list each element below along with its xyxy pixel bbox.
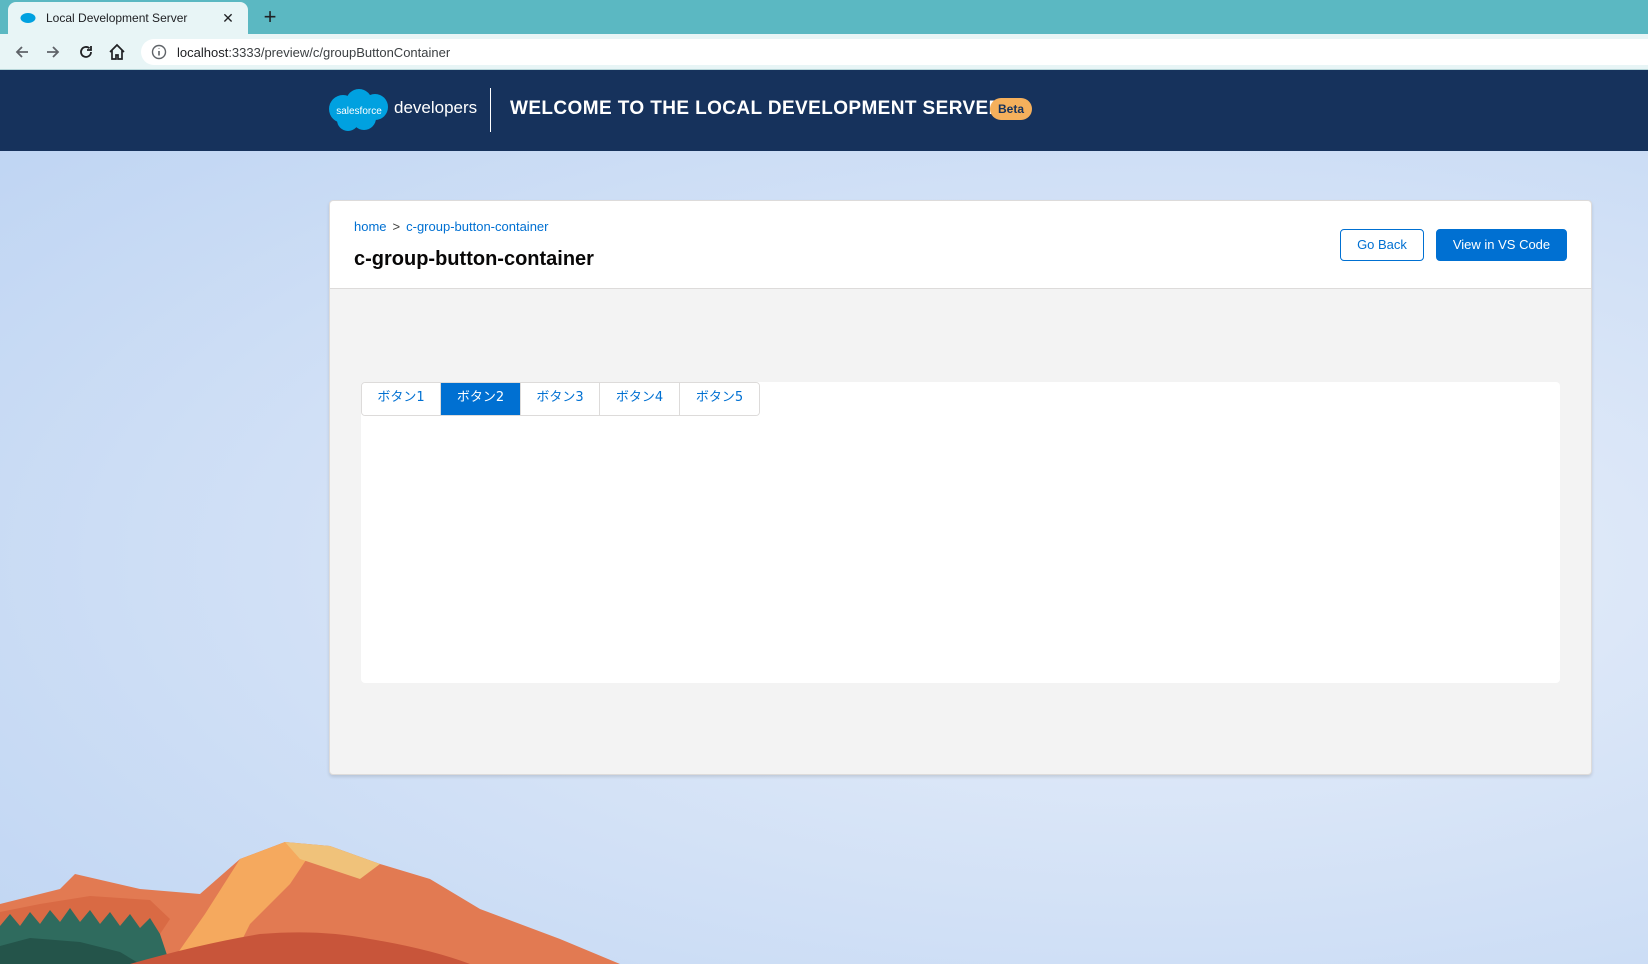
salesforce-favicon-icon bbox=[20, 13, 36, 23]
logo-text: salesforce bbox=[336, 106, 382, 117]
group-button-2[interactable]: ボタン2 bbox=[441, 383, 521, 415]
home-button[interactable] bbox=[105, 40, 129, 64]
app-header: salesforce developers Welcome to the Loc… bbox=[0, 70, 1648, 151]
breadcrumb: home > c-group-button-container bbox=[354, 219, 548, 234]
breadcrumb-current-link[interactable]: c-group-button-container bbox=[406, 219, 548, 234]
go-back-button[interactable]: Go Back bbox=[1340, 229, 1424, 261]
salesforce-cloud-logo-icon: salesforce bbox=[329, 89, 388, 131]
breadcrumb-separator: > bbox=[392, 219, 401, 234]
group-button-3[interactable]: ボタン3 bbox=[521, 383, 600, 415]
page-heading: Welcome to the Local Development Server bbox=[510, 98, 1003, 119]
developers-label: developers bbox=[394, 98, 478, 117]
browser-toolbar: localhost:3333/preview/c/groupButtonCont… bbox=[0, 34, 1648, 70]
view-in-vscode-button[interactable]: View in VS Code bbox=[1436, 229, 1567, 261]
component-preview-panel: ボタン1 ボタン2 ボタン3 ボタン4 ボタン5 bbox=[361, 382, 1560, 683]
browser-tab-bar: Local Development Server ✕ + bbox=[0, 0, 1648, 34]
preview-card: home > c-group-button-container c-group-bu… bbox=[329, 200, 1592, 775]
tab-close-icon[interactable]: ✕ bbox=[220, 10, 236, 27]
group-button-5[interactable]: ボタン5 bbox=[680, 383, 759, 415]
group-button-4[interactable]: ボタン4 bbox=[600, 383, 680, 415]
reload-button[interactable] bbox=[74, 40, 98, 64]
forward-button[interactable] bbox=[41, 40, 65, 64]
arrow-left-icon bbox=[15, 46, 28, 58]
info-icon bbox=[151, 44, 167, 60]
arrow-right-icon bbox=[47, 46, 60, 58]
tab-title: Local Development Server bbox=[46, 11, 188, 25]
browser-tab[interactable]: Local Development Server ✕ bbox=[8, 2, 248, 34]
address-bar[interactable]: localhost:3333/preview/c/groupButtonCont… bbox=[141, 39, 1648, 65]
card-header: home > c-group-button-container c-group-bu… bbox=[330, 201, 1591, 289]
mountain-illustration bbox=[0, 842, 620, 964]
reload-icon bbox=[80, 46, 92, 58]
component-title: c-group-button-container bbox=[354, 248, 594, 270]
beta-badge: Beta bbox=[990, 98, 1032, 120]
breadcrumb-home-link[interactable]: home bbox=[354, 219, 387, 234]
button-group: ボタン1 ボタン2 ボタン3 ボタン4 ボタン5 bbox=[361, 382, 760, 416]
new-tab-button[interactable]: + bbox=[258, 4, 282, 30]
url-text: localhost:3333/preview/c/groupButtonCont… bbox=[177, 44, 451, 60]
home-icon bbox=[109, 43, 125, 60]
back-button[interactable] bbox=[10, 40, 34, 64]
group-button-1[interactable]: ボタン1 bbox=[362, 383, 441, 415]
header-divider bbox=[490, 88, 491, 132]
